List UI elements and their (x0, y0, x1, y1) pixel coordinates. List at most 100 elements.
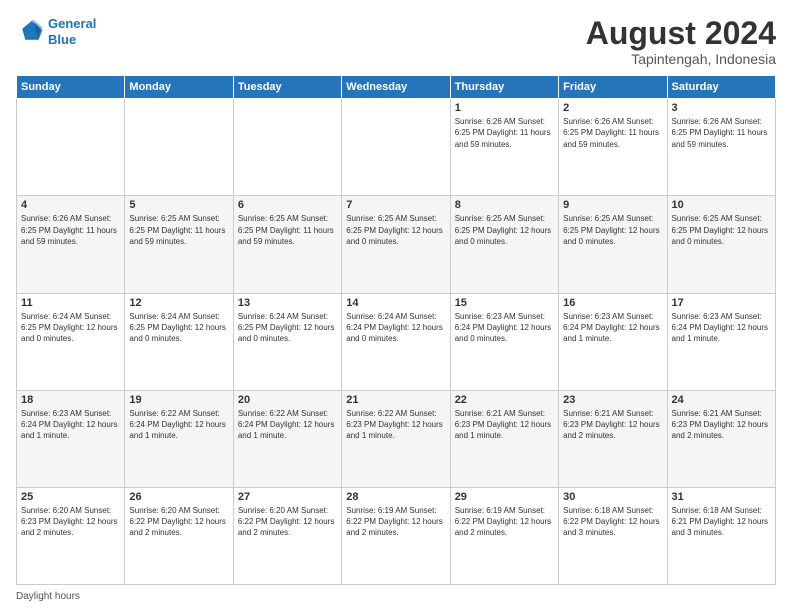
calendar-cell: 8 Sunrise: 6:25 AM Sunset: 6:25 PM Daylig… (450, 196, 558, 293)
day-number: 28 (346, 491, 445, 503)
calendar-week-row: 18 Sunrise: 6:23 AM Sunset: 6:24 PM Dayli… (17, 390, 776, 487)
header-day: Wednesday (342, 76, 450, 99)
day-info: Sunrise: 6:25 AM Sunset: 6:25 PM Dayligh… (455, 213, 554, 247)
day-number: 26 (129, 491, 228, 503)
calendar-week-row: 1 Sunrise: 6:26 AM Sunset: 6:25 PM Daylig… (17, 99, 776, 196)
day-info: Sunrise: 6:22 AM Sunset: 6:24 PM Dayligh… (238, 408, 337, 442)
footer: Daylight hours (16, 591, 776, 602)
subtitle: Tapintengah, Indonesia (586, 51, 776, 67)
header-day: Thursday (450, 76, 558, 99)
calendar-week-row: 4 Sunrise: 6:26 AM Sunset: 6:25 PM Daylig… (17, 196, 776, 293)
calendar-cell: 13Sunrise: 6:24 AM Sunset: 6:25 PM Dayli… (233, 293, 341, 390)
day-number: 25 (21, 491, 120, 503)
calendar-cell: 17Sunrise: 6:23 AM Sunset: 6:24 PM Dayli… (667, 293, 775, 390)
day-number: 30 (563, 491, 662, 503)
day-info: Sunrise: 6:24 AM Sunset: 6:24 PM Dayligh… (346, 311, 445, 345)
calendar-cell: 5Sunrise: 6:25 AM Sunset: 6:25 PM Daylig… (125, 196, 233, 293)
day-info: Sunrise: 6:25 AM Sunset: 6:25 PM Dayligh… (346, 213, 445, 247)
day-info: Sunrise: 6:26 AM Sunset: 6:25 PM Dayligh… (563, 116, 662, 150)
day-info: Sunrise: 6:19 AM Sunset: 6:22 PM Dayligh… (455, 505, 554, 539)
calendar-cell: 10Sunrise: 6:25 AM Sunset: 6:25 PM Dayli… (667, 196, 775, 293)
day-info: Sunrise: 6:23 AM Sunset: 6:24 PM Dayligh… (21, 408, 120, 442)
calendar-cell: 25Sunrise: 6:20 AM Sunset: 6:23 PM Dayli… (17, 487, 125, 584)
calendar-cell: 28Sunrise: 6:19 AM Sunset: 6:22 PM Dayli… (342, 487, 450, 584)
calendar-cell: 21Sunrise: 6:22 AM Sunset: 6:23 PM Dayli… (342, 390, 450, 487)
day-info: Sunrise: 6:21 AM Sunset: 6:23 PM Dayligh… (672, 408, 771, 442)
calendar-cell: 16 Sunrise: 6:23 AM Sunset: 6:24 PM Dayli… (559, 293, 667, 390)
day-info: Sunrise: 6:24 AM Sunset: 6:25 PM Dayligh… (129, 311, 228, 345)
day-info: Sunrise: 6:24 AM Sunset: 6:25 PM Dayligh… (21, 311, 120, 345)
calendar-week-row: 11 Sunrise: 6:24 AM Sunset: 6:25 PM Dayli… (17, 293, 776, 390)
day-info: Sunrise: 6:25 AM Sunset: 6:25 PM Dayligh… (563, 213, 662, 247)
calendar-cell: 20Sunrise: 6:22 AM Sunset: 6:24 PM Dayli… (233, 390, 341, 487)
day-info: Sunrise: 6:23 AM Sunset: 6:24 PM Dayligh… (563, 311, 662, 345)
day-info: Sunrise: 6:21 AM Sunset: 6:23 PM Dayligh… (455, 408, 554, 442)
calendar-body: 1 Sunrise: 6:26 AM Sunset: 6:25 PM Daylig… (17, 99, 776, 585)
day-number: 9 (563, 199, 662, 211)
day-info: Sunrise: 6:20 AM Sunset: 6:22 PM Dayligh… (238, 505, 337, 539)
day-info: Sunrise: 6:18 AM Sunset: 6:21 PM Dayligh… (672, 505, 771, 539)
logo-line1: General (48, 16, 96, 31)
day-number: 18 (21, 394, 120, 406)
calendar-cell: 12 Sunrise: 6:24 AM Sunset: 6:25 PM Dayli… (125, 293, 233, 390)
calendar-cell (342, 99, 450, 196)
day-info: Sunrise: 6:25 AM Sunset: 6:25 PM Dayligh… (238, 213, 337, 247)
calendar-cell: 19Sunrise: 6:22 AM Sunset: 6:24 PM Dayli… (125, 390, 233, 487)
calendar-cell: 6 Sunrise: 6:25 AM Sunset: 6:25 PM Daylig… (233, 196, 341, 293)
header-day: Saturday (667, 76, 775, 99)
day-number: 31 (672, 491, 771, 503)
day-number: 27 (238, 491, 337, 503)
header-day: Sunday (17, 76, 125, 99)
day-number: 12 (129, 297, 228, 309)
calendar-cell: 11 Sunrise: 6:24 AM Sunset: 6:25 PM Dayli… (17, 293, 125, 390)
day-info: Sunrise: 6:21 AM Sunset: 6:23 PM Dayligh… (563, 408, 662, 442)
day-number: 3 (672, 102, 771, 114)
logo-icon (16, 18, 44, 46)
day-number: 6 (238, 199, 337, 211)
calendar-cell: 22 Sunrise: 6:21 AM Sunset: 6:23 PM Dayli… (450, 390, 558, 487)
calendar-cell: 27 Sunrise: 6:20 AM Sunset: 6:22 PM Dayli… (233, 487, 341, 584)
calendar-cell: 15 Sunrise: 6:23 AM Sunset: 6:24 PM Dayli… (450, 293, 558, 390)
header-day: Monday (125, 76, 233, 99)
day-number: 7 (346, 199, 445, 211)
logo-line2: Blue (48, 32, 76, 47)
logo-text: General Blue (48, 16, 96, 47)
calendar-table: SundayMondayTuesdayWednesdayThursdayFrid… (16, 75, 776, 585)
day-number: 24 (672, 394, 771, 406)
calendar-cell: 18 Sunrise: 6:23 AM Sunset: 6:24 PM Dayli… (17, 390, 125, 487)
day-number: 19 (129, 394, 228, 406)
title-block: August 2024 Tapintengah, Indonesia (586, 16, 776, 67)
day-number: 22 (455, 394, 554, 406)
day-number: 16 (563, 297, 662, 309)
calendar-cell: 31 Sunrise: 6:18 AM Sunset: 6:21 PM Dayli… (667, 487, 775, 584)
calendar-cell: 4 Sunrise: 6:26 AM Sunset: 6:25 PM Daylig… (17, 196, 125, 293)
day-info: Sunrise: 6:20 AM Sunset: 6:22 PM Dayligh… (129, 505, 228, 539)
day-number: 15 (455, 297, 554, 309)
day-number: 2 (563, 102, 662, 114)
day-number: 4 (21, 199, 120, 211)
calendar-week-row: 25Sunrise: 6:20 AM Sunset: 6:23 PM Dayli… (17, 487, 776, 584)
calendar-cell: 14Sunrise: 6:24 AM Sunset: 6:24 PM Dayli… (342, 293, 450, 390)
day-number: 1 (455, 102, 554, 114)
day-info: Sunrise: 6:18 AM Sunset: 6:22 PM Dayligh… (563, 505, 662, 539)
calendar-header-row: SundayMondayTuesdayWednesdayThursdayFrid… (17, 76, 776, 99)
day-number: 8 (455, 199, 554, 211)
main-title: August 2024 (586, 16, 776, 51)
day-info: Sunrise: 6:26 AM Sunset: 6:25 PM Dayligh… (455, 116, 554, 150)
calendar-cell: 23Sunrise: 6:21 AM Sunset: 6:23 PM Dayli… (559, 390, 667, 487)
day-number: 21 (346, 394, 445, 406)
page: General Blue August 2024 Tapintengah, In… (0, 0, 792, 612)
header-day: Friday (559, 76, 667, 99)
calendar-cell: 9 Sunrise: 6:25 AM Sunset: 6:25 PM Daylig… (559, 196, 667, 293)
day-info: Sunrise: 6:26 AM Sunset: 6:25 PM Dayligh… (672, 116, 771, 150)
day-info: Sunrise: 6:25 AM Sunset: 6:25 PM Dayligh… (672, 213, 771, 247)
day-info: Sunrise: 6:25 AM Sunset: 6:25 PM Dayligh… (129, 213, 228, 247)
day-number: 11 (21, 297, 120, 309)
calendar-cell: 24 Sunrise: 6:21 AM Sunset: 6:23 PM Dayli… (667, 390, 775, 487)
day-info: Sunrise: 6:26 AM Sunset: 6:25 PM Dayligh… (21, 213, 120, 247)
day-info: Sunrise: 6:23 AM Sunset: 6:24 PM Dayligh… (455, 311, 554, 345)
calendar-cell: 7 Sunrise: 6:25 AM Sunset: 6:25 PM Daylig… (342, 196, 450, 293)
calendar-cell: 2 Sunrise: 6:26 AM Sunset: 6:25 PM Daylig… (559, 99, 667, 196)
calendar-cell: 30 Sunrise: 6:18 AM Sunset: 6:22 PM Dayli… (559, 487, 667, 584)
logo: General Blue (16, 16, 96, 47)
